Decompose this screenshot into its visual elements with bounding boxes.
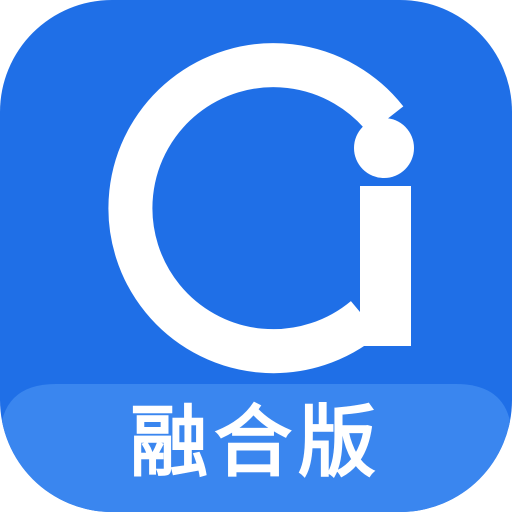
logo-dot bbox=[354, 118, 414, 178]
logo-stem bbox=[360, 186, 411, 346]
app-icon[interactable]: 融合版 bbox=[0, 0, 512, 512]
edition-label: 融合版 bbox=[129, 398, 382, 488]
